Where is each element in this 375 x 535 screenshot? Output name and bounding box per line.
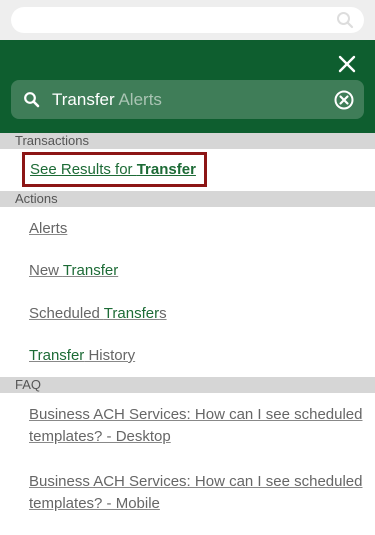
section-header-faq: FAQ <box>0 377 375 393</box>
new-transfer-text-a: New <box>29 262 63 279</box>
close-icon[interactable] <box>337 54 357 74</box>
history-text-a: Transfer <box>29 347 85 364</box>
global-search-bar[interactable] <box>11 7 364 33</box>
history-text-b: History <box>84 347 136 364</box>
new-transfer-text-b: Transfer <box>62 262 119 279</box>
section-header-transactions: Transactions <box>0 133 375 149</box>
see-results-highlight: See Results for Transfer <box>22 152 207 187</box>
action-new-transfer-link[interactable]: New Transfer <box>29 262 118 279</box>
top-bar <box>0 0 375 40</box>
faq-item-desktop[interactable]: Business ACH Services: How can I see sch… <box>29 404 364 448</box>
section-header-actions: Actions <box>0 191 375 207</box>
see-results-prefix: See Results for <box>30 161 137 178</box>
clear-circle-icon[interactable] <box>334 90 354 110</box>
action-alerts-link[interactable]: Alerts <box>29 220 67 237</box>
search-input[interactable]: Transfer Alerts <box>11 80 364 119</box>
action-transfer-history-link[interactable]: Transfer History <box>29 347 135 364</box>
scheduled-text-c: s <box>159 305 167 322</box>
search-icon[interactable] <box>336 11 354 29</box>
scheduled-text-b: Transfer <box>103 305 160 322</box>
search-query[interactable]: Transfer Alerts <box>52 80 162 119</box>
search-icon <box>24 92 40 108</box>
faq-item-mobile[interactable]: Business ACH Services: How can I see sch… <box>29 471 364 515</box>
action-scheduled-transfers-link[interactable]: Scheduled Transfers <box>29 305 167 322</box>
see-results-link[interactable]: See Results for Transfer <box>30 161 196 178</box>
scheduled-text-a: Scheduled <box>29 305 104 322</box>
search-typed-text: Transfer <box>52 90 115 109</box>
search-suggestion-text: Alerts <box>114 90 162 109</box>
see-results-term: Transfer <box>136 161 196 178</box>
search-panel: Transfer Alerts <box>0 40 375 133</box>
